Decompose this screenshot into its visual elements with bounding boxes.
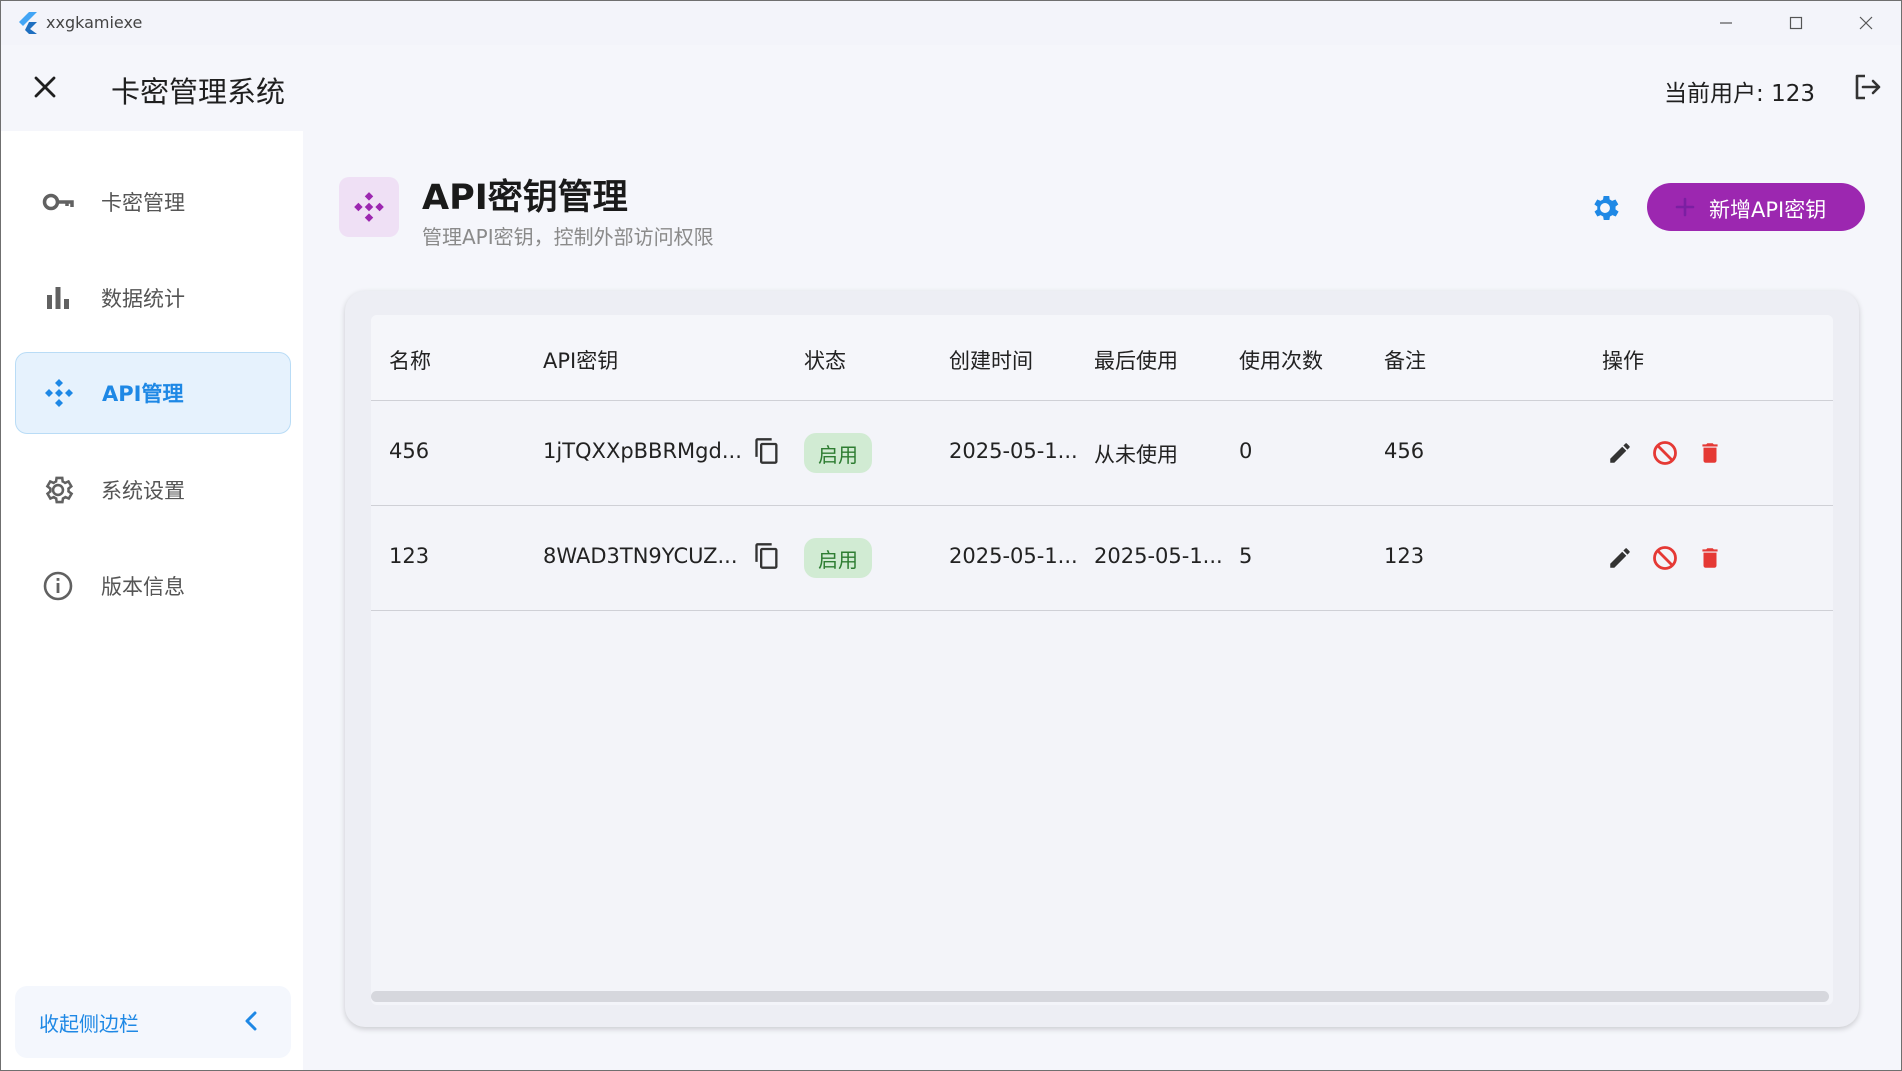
app-header: 卡密管理系统 当前用户: 123 (1, 45, 1901, 131)
sidebar-item-label: API管理 (102, 382, 184, 406)
disable-button[interactable] (1650, 438, 1680, 468)
logout-button[interactable] (1847, 67, 1887, 107)
add-api-key-label: 新增API密钥 (1709, 198, 1827, 222)
table-header: 名称 API密钥 状态 创建时间 最后使用 使用次数 备注 操作 (371, 315, 1833, 401)
column-header-name: 名称 (389, 349, 431, 373)
edit-button[interactable] (1605, 543, 1635, 573)
minimize-button[interactable] (1691, 1, 1761, 45)
logout-icon (1855, 74, 1881, 100)
app-window: xxgkamiexe 卡密管理系统 当前用户: 123 卡密管理 数据统计 AP… (0, 0, 1902, 1071)
sidebar-item-api-management[interactable]: API管理 (15, 352, 291, 434)
cell-created: 2025-05-1... (949, 439, 1078, 463)
block-icon (1653, 546, 1677, 570)
cell-note: 123 (1384, 544, 1425, 568)
window-app-name: xxgkamiexe (46, 13, 143, 32)
collapse-sidebar-label: 收起侧边栏 (39, 1012, 139, 1036)
page-subtitle: 管理API密钥，控制外部访问权限 (422, 225, 714, 249)
minimize-icon (1720, 22, 1732, 24)
column-header-status: 状态 (804, 349, 846, 373)
sidebar-item-label: 系统设置 (101, 479, 185, 503)
page-icon (339, 177, 399, 237)
edit-button[interactable] (1605, 438, 1635, 468)
copy-icon[interactable] (753, 542, 781, 570)
sidebar-item-statistics[interactable]: 数据统计 (15, 257, 291, 339)
disable-button[interactable] (1650, 543, 1680, 573)
copy-icon[interactable] (753, 437, 781, 465)
pencil-icon (1610, 548, 1630, 568)
sidebar-item-label: 版本信息 (101, 575, 185, 599)
gear-icon (1594, 195, 1619, 221)
close-icon (34, 76, 56, 98)
column-header-note: 备注 (1384, 349, 1426, 373)
api-icon (354, 192, 384, 222)
close-icon (1859, 16, 1873, 30)
sidebar: 卡密管理 数据统计 API管理 系统设置 版本信息 收起侧边栏 (1, 131, 303, 1070)
maximize-button[interactable] (1761, 1, 1831, 45)
info-icon (41, 569, 75, 603)
table-row: 123 8WAD3TN9YCUZ... 启用 2025-05-1... 2025… (371, 506, 1833, 611)
delete-button[interactable] (1695, 543, 1725, 573)
window-close-button[interactable] (1831, 1, 1901, 45)
column-header-created: 创建时间 (949, 349, 1033, 373)
cell-created: 2025-05-1... (949, 544, 1078, 568)
api-keys-card: 名称 API密钥 状态 创建时间 最后使用 使用次数 备注 操作 456 1jT… (345, 291, 1859, 1027)
cell-last-used: 从未使用 (1094, 443, 1178, 467)
cell-last-used: 2025-05-1... (1094, 544, 1223, 568)
chevron-left-icon (245, 1011, 257, 1031)
maximize-icon (1789, 16, 1803, 30)
horizontal-scrollbar[interactable] (371, 991, 1829, 1002)
pencil-icon (1610, 443, 1630, 463)
column-header-last-used: 最后使用 (1094, 349, 1178, 373)
cell-note: 456 (1384, 439, 1425, 463)
app-title: 卡密管理系统 (111, 75, 286, 109)
cell-usage-count: 0 (1239, 439, 1253, 463)
current-user-label: 当前用户: 123 (1664, 81, 1815, 107)
cell-api-key: 1jTQXXpBBRMgd... (543, 439, 742, 463)
add-api-key-button[interactable]: 新增API密钥 (1647, 183, 1865, 231)
plus-icon (1675, 197, 1695, 217)
cell-usage-count: 5 (1239, 544, 1253, 568)
sidebar-item-version-info[interactable]: 版本信息 (15, 545, 291, 627)
title-bar: xxgkamiexe (1, 1, 1901, 45)
cell-name: 123 (389, 544, 430, 568)
gear-icon (41, 473, 75, 507)
flutter-logo-icon (19, 12, 37, 34)
block-icon (1653, 441, 1677, 465)
bar-chart-icon (41, 281, 75, 315)
delete-button[interactable] (1695, 438, 1725, 468)
trash-icon (1702, 443, 1718, 463)
cell-name: 456 (389, 439, 430, 463)
api-icon (42, 376, 76, 410)
api-settings-button[interactable] (1585, 188, 1625, 228)
column-header-api-key: API密钥 (543, 349, 619, 373)
collapse-sidebar-button[interactable]: 收起侧边栏 (15, 986, 291, 1058)
cell-api-key: 8WAD3TN9YCUZ... (543, 544, 738, 568)
column-header-actions: 操作 (1602, 349, 1644, 373)
status-badge: 启用 (804, 538, 872, 578)
column-header-usage-count: 使用次数 (1239, 349, 1323, 373)
sidebar-item-card-management[interactable]: 卡密管理 (15, 161, 291, 243)
key-icon (41, 185, 75, 219)
table-row: 456 1jTQXXpBBRMgd... 启用 2025-05-1... 从未使… (371, 401, 1833, 506)
sidebar-item-settings[interactable]: 系统设置 (15, 449, 291, 531)
sidebar-item-label: 数据统计 (101, 287, 185, 311)
sidebar-item-label: 卡密管理 (101, 191, 185, 215)
status-badge: 启用 (804, 433, 872, 473)
page-title: API密钥管理 (422, 178, 628, 218)
close-drawer-button[interactable] (25, 67, 65, 107)
trash-icon (1702, 548, 1718, 568)
api-keys-table: 名称 API密钥 状态 创建时间 最后使用 使用次数 备注 操作 456 1jT… (371, 315, 1833, 1005)
